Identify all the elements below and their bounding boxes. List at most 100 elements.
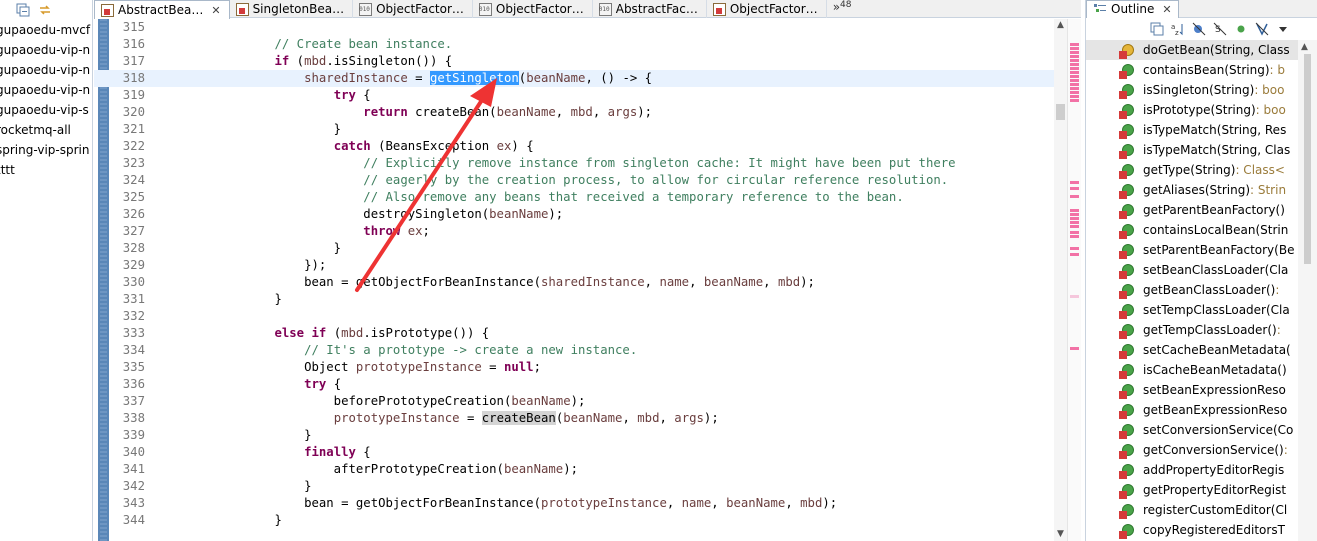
code-line[interactable]: 336 try {	[94, 376, 1054, 393]
outline-item[interactable]: getTempClassLoader() :	[1086, 320, 1298, 340]
collapse-all-icon[interactable]	[16, 3, 30, 17]
overview-marker[interactable]	[1070, 217, 1079, 220]
code-area[interactable]: 315 316 // Create bean instance. 317 if (m…	[94, 19, 1054, 541]
scroll-thumb[interactable]	[1304, 54, 1311, 264]
code-line[interactable]: 332	[94, 308, 1054, 325]
code-line[interactable]: 339 }	[94, 427, 1054, 444]
overview-marker[interactable]	[1070, 59, 1079, 62]
project-item[interactable]: gupaoedu-vip-n	[0, 60, 92, 80]
outline-item[interactable]: isSingleton(String) : boo	[1086, 80, 1298, 100]
tab-overflow-button[interactable]: » 48	[827, 0, 858, 17]
code-line[interactable]: 341 afterPrototypeCreation(beanName);	[94, 461, 1054, 478]
editor-vertical-scrollbar[interactable]: ▲ ▼	[1054, 19, 1067, 541]
outline-item[interactable]: setTempClassLoader(Cla	[1086, 300, 1298, 320]
code-line[interactable]: 331 }	[94, 291, 1054, 308]
project-item[interactable]: gupaoedu-vip-n	[0, 80, 92, 100]
close-icon[interactable]: ✕	[211, 4, 220, 17]
code-line[interactable]: 335 Object prototypeInstance = null;	[94, 359, 1054, 376]
outline-item[interactable]: isTypeMatch(String, Clas	[1086, 140, 1298, 160]
overview-marker[interactable]	[1070, 75, 1079, 78]
collapse-all-icon[interactable]	[1150, 22, 1164, 36]
overview-marker[interactable]	[1070, 225, 1079, 228]
overview-marker[interactable]	[1070, 221, 1079, 224]
project-item[interactable]: gupaoedu-vip-n	[0, 40, 92, 60]
scroll-down-icon[interactable]: ▼	[1054, 528, 1067, 541]
outline-item[interactable]: isCacheBeanMetadata()	[1086, 360, 1298, 380]
outline-item[interactable]: copyRegisteredEditorsT	[1086, 520, 1298, 540]
overview-marker[interactable]	[1070, 235, 1079, 238]
code-line[interactable]: 320 return createBean(beanName, mbd, arg…	[94, 104, 1054, 121]
overview-ruler[interactable]	[1067, 19, 1081, 541]
overview-marker[interactable]	[1070, 181, 1079, 184]
outline-item[interactable]: getType(String) : Class<	[1086, 160, 1298, 180]
editor-tab[interactable]: AbstractFac…	[593, 0, 707, 18]
sort-icon[interactable]: az	[1171, 22, 1185, 37]
overview-marker[interactable]	[1070, 213, 1079, 216]
code-line[interactable]: 330 bean = getObjectForBeanInstance(shar…	[94, 274, 1054, 291]
overview-marker[interactable]	[1070, 231, 1079, 234]
code-line[interactable]: 316 // Create bean instance.	[94, 36, 1054, 53]
outline-item[interactable]: setBeanClassLoader(Cla	[1086, 260, 1298, 280]
outline-item[interactable]: isPrototype(String) : boo	[1086, 100, 1298, 120]
code-line[interactable]: 323 // Explicitly remove instance from s…	[94, 155, 1054, 172]
code-line[interactable]: 326 destroySingleton(beanName);	[94, 206, 1054, 223]
outline-item[interactable]: getConversionService() :	[1086, 440, 1298, 460]
scroll-thumb[interactable]	[1056, 104, 1065, 120]
overview-marker[interactable]	[1070, 347, 1079, 350]
outline-item[interactable]: addPropertyEditorRegis	[1086, 460, 1298, 480]
overview-marker[interactable]	[1070, 67, 1079, 70]
code-line[interactable]: 328 }	[94, 240, 1054, 257]
code-line[interactable]: 343 bean = getObjectForBeanInstance(prot…	[94, 495, 1054, 512]
outline-item[interactable]: containsBean(String) : b	[1086, 60, 1298, 80]
project-item[interactable]: rocketmq-all	[0, 120, 92, 140]
code-line[interactable]: 319 try {	[94, 87, 1054, 104]
overview-marker[interactable]	[1070, 43, 1079, 46]
hide-fields-icon[interactable]	[1192, 22, 1206, 36]
editor-tab[interactable]: ObjectFactor…	[707, 0, 827, 18]
hide-non-public-icon[interactable]	[1234, 22, 1248, 36]
code-line[interactable]: 325 // Also remove any beans that receiv…	[94, 189, 1054, 206]
outline-item[interactable]: getBeanExpressionReso	[1086, 400, 1298, 420]
view-menu-icon[interactable]	[1276, 22, 1290, 36]
overview-marker[interactable]	[1070, 91, 1079, 94]
overview-marker[interactable]	[1070, 253, 1079, 256]
overview-marker[interactable]	[1070, 187, 1079, 190]
outline-item[interactable]: setConversionService(Co	[1086, 420, 1298, 440]
code-line[interactable]: 322 catch (BeansException ex) {	[94, 138, 1054, 155]
code-line[interactable]: 334 // It's a prototype -> create a new …	[94, 342, 1054, 359]
link-with-editor-icon[interactable]	[38, 3, 52, 17]
outline-item[interactable]: setBeanExpressionReso	[1086, 380, 1298, 400]
hide-static-icon[interactable]: S	[1213, 22, 1227, 36]
outline-item[interactable]: setCacheBeanMetadata(	[1086, 340, 1298, 360]
hide-local-types-icon[interactable]	[1255, 22, 1269, 36]
code-line[interactable]: 317 if (mbd.isSingleton()) {	[94, 53, 1054, 70]
editor-tab[interactable]: SingletonBea…	[230, 0, 354, 18]
code-line[interactable]: 329 });	[94, 257, 1054, 274]
tab-outline[interactable]: Outline ✕	[1086, 0, 1179, 18]
outline-item[interactable]: doGetBean(String, Class	[1086, 40, 1298, 60]
project-item[interactable]: gupaoedu-vip-s	[0, 100, 92, 120]
code-line[interactable]: 321 }	[94, 121, 1054, 138]
editor-tab[interactable]: ObjectFactor…	[473, 0, 593, 18]
editor-tab[interactable]: AbstractBea… ✕	[94, 0, 230, 19]
overview-marker[interactable]	[1070, 87, 1079, 90]
editor-tab[interactable]: ObjectFactor…	[353, 0, 473, 18]
overview-marker[interactable]	[1070, 55, 1079, 58]
project-item[interactable]: gupaoedu-mvcf	[0, 20, 92, 40]
overview-marker[interactable]	[1070, 71, 1079, 74]
code-line[interactable]: 327 throw ex;	[94, 223, 1054, 240]
project-item[interactable]: spring-vip-sprin	[0, 140, 92, 160]
outline-item[interactable]: setParentBeanFactory(Be	[1086, 240, 1298, 260]
code-line[interactable]: 340 finally {	[94, 444, 1054, 461]
outline-item[interactable]: getPropertyEditorRegist	[1086, 480, 1298, 500]
code-line[interactable]: 337 beforePrototypeCreation(beanName);	[94, 393, 1054, 410]
overview-marker[interactable]	[1070, 51, 1079, 54]
overview-marker[interactable]	[1070, 63, 1079, 66]
outline-item[interactable]: getAliases(String) : Strin	[1086, 180, 1298, 200]
overview-marker[interactable]	[1070, 209, 1079, 212]
close-icon[interactable]: ✕	[1162, 3, 1171, 16]
code-line[interactable]: 338 prototypeInstance = createBean(beanN…	[94, 410, 1054, 427]
outline-item[interactable]: getBeanClassLoader() :	[1086, 280, 1298, 300]
scroll-up-icon[interactable]: ▲	[1301, 42, 1308, 52]
code-line[interactable]: 342 }	[94, 478, 1054, 495]
